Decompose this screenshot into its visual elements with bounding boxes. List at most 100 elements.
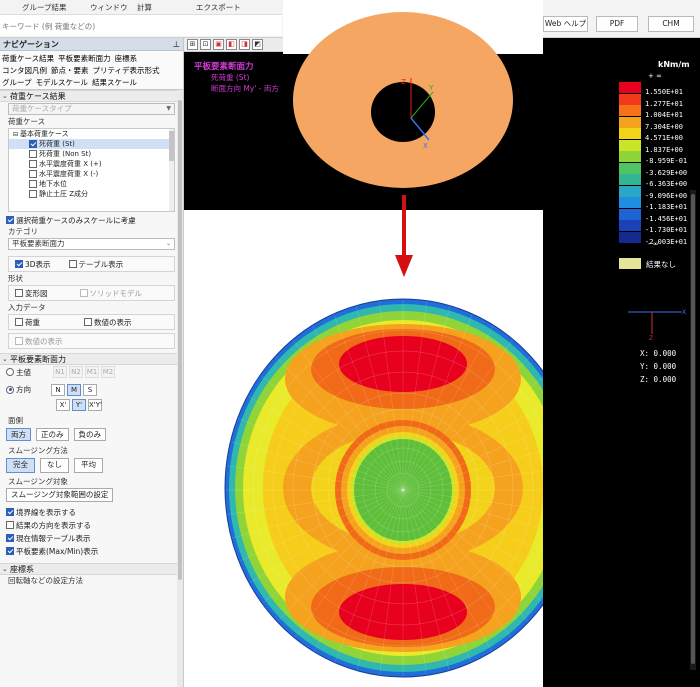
nav-scrollbar[interactable] (177, 90, 183, 687)
show-info-table-option[interactable]: 現在情報テーブル表示 (0, 532, 183, 544)
checkbox[interactable] (29, 180, 37, 188)
xy-prime-button[interactable]: X'Y' (88, 398, 102, 411)
navigation-panel: ナビゲーション ⊥ 荷重ケース結果 平板要素断面力 座標系 コンタ図凡例 節点・… (0, 38, 184, 687)
y-prime-button[interactable]: Y' (72, 398, 86, 411)
checkbox[interactable] (6, 508, 14, 516)
tab-group[interactable]: グループ (2, 77, 32, 88)
checkbox[interactable] (6, 547, 14, 555)
cube-top-icon[interactable]: ◧ (226, 39, 237, 50)
tree-scrollbar[interactable] (169, 129, 174, 211)
positive-only-button[interactable]: 正のみ (36, 427, 69, 441)
checkbox[interactable] (79, 289, 88, 297)
smooth-full-button[interactable]: 完全 (6, 457, 35, 473)
search-input[interactable] (2, 19, 272, 33)
checkbox[interactable] (15, 318, 23, 326)
checkbox[interactable] (15, 337, 23, 345)
smoothing-target-button[interactable]: スムージング対象範囲の設定 (6, 488, 114, 502)
chevron-down-icon: ⌄ (2, 355, 8, 363)
show-result-dir-option[interactable]: 結果の方向を表示する (0, 519, 183, 531)
x-prime-button[interactable]: X' (56, 398, 70, 411)
legend-swatch (619, 151, 641, 162)
m-button[interactable]: M (67, 383, 81, 396)
principal-radio[interactable] (6, 368, 14, 376)
negative-only-button[interactable]: 負のみ (73, 427, 106, 441)
zoom-window-icon[interactable]: ⊡ (200, 39, 211, 50)
nav-header: ナビゲーション ⊥ (0, 38, 183, 51)
fit-view-icon[interactable]: ⊞ (187, 39, 198, 50)
chm-button[interactable]: CHM (648, 16, 694, 32)
tree-item-basic[interactable]: ⊟ 基本荷重ケース (9, 129, 174, 139)
section-load-case-result[interactable]: ⌄ 荷重ケース結果 (0, 90, 183, 102)
direction-radio[interactable] (6, 385, 14, 394)
checkbox[interactable] (29, 160, 37, 168)
checkbox[interactable] (84, 318, 92, 326)
section-plate-force[interactable]: ⌄ 平板要素断面力 (0, 353, 183, 365)
tab-display-format[interactable]: プリティデ表示形式 (93, 65, 160, 76)
legend-value: 1.837E+00 (645, 145, 683, 154)
chevron-down-icon: ⌄ (2, 92, 8, 100)
checkbox[interactable] (15, 260, 23, 268)
cube-iso-icon[interactable]: ◩ (252, 39, 263, 50)
m2-button[interactable]: M2 (101, 366, 115, 378)
show-boundary-option[interactable]: 境界線を表示する (0, 506, 183, 518)
legend-value: -9.096E+00 (645, 191, 688, 200)
m1-button[interactable]: M1 (85, 366, 99, 378)
category-dropdown[interactable]: 平板要素断面力 ⌄ (8, 238, 175, 250)
pdf-button[interactable]: PDF (596, 16, 638, 32)
section-coord-sys[interactable]: ⌄ 座標系 (0, 563, 183, 575)
legend-value: -1.730E+01 (645, 226, 688, 234)
smooth-average-button[interactable]: 平均 (74, 457, 103, 473)
viewport-title: 平板要素断面力 (194, 62, 254, 72)
view-toolbar: ⊞ ⊡ ▣ ◧ ◨ ◩ (184, 38, 284, 52)
tree-item-groundwater[interactable]: 地下水位 (9, 179, 174, 189)
tab-coord-sys[interactable]: 座標系 (115, 53, 138, 64)
checkbox[interactable] (6, 216, 14, 224)
collapse-icon[interactable]: ⊟ (13, 131, 18, 138)
tree-item-seismic-xp[interactable]: 水平震度荷重 X (+) (9, 159, 174, 169)
coord-sys-sub: 回転軸などの設定方法 (8, 576, 83, 585)
chevron-down-icon: ⌄ (2, 565, 8, 573)
smooth-none-button[interactable]: なし (40, 457, 69, 473)
legend-swatch (619, 208, 641, 220)
tab-plate-force[interactable]: 平板要素断面力 (58, 53, 111, 64)
checkbox[interactable] (6, 521, 14, 529)
show-maxmin-option[interactable]: 平板要素(Max/Min)表示 (0, 545, 183, 557)
tab-contour-legend[interactable]: コンタ図凡例 (2, 65, 47, 76)
menu-group-result[interactable]: グループ結果 (22, 2, 67, 13)
tree-item-earth-pressure[interactable]: 静止土圧 Z成分 (9, 189, 174, 199)
s-button[interactable]: S (83, 383, 97, 396)
n-button[interactable]: N (51, 383, 65, 396)
menu-window[interactable]: ウィンドウ (90, 2, 128, 13)
both-surface-button[interactable]: 両方 (6, 427, 31, 441)
category-label: カテゴリ (8, 227, 38, 236)
checkbox[interactable] (29, 190, 37, 198)
result-type-dropdown[interactable]: 荷重ケースタイプ ▼ (8, 103, 175, 115)
tab-load-case-result[interactable]: 荷重ケース結果 (2, 53, 54, 64)
tab-node-element[interactable]: 節点・要素 (51, 65, 89, 76)
checkbox[interactable] (6, 534, 14, 542)
n1-button[interactable]: N1 (53, 366, 67, 378)
n2-button[interactable]: N2 (69, 366, 83, 378)
tab-result-scale[interactable]: 結果スケール (92, 77, 137, 88)
tree-item-dead-st[interactable]: 死荷重 (St) (9, 139, 174, 149)
cube-side-icon[interactable]: ◨ (239, 39, 250, 50)
tree-item-dead-nonst[interactable]: 死荷重 (Non St) (9, 149, 174, 159)
legend-value: 4.571E+00 (645, 134, 683, 142)
cube-front-icon[interactable]: ▣ (213, 39, 224, 50)
pin-icon[interactable]: ⊥ (173, 40, 180, 49)
menu-calc[interactable]: 計算 (137, 2, 152, 13)
same-scale-option[interactable]: 選択荷重ケースのみスケールに考慮 (0, 214, 183, 226)
checkbox[interactable] (29, 140, 37, 148)
tab-model-scale[interactable]: モデルスケール (36, 77, 89, 88)
tree-item-seismic-xm[interactable]: 水平震度荷重 X (-) (9, 169, 174, 179)
top-ring-view[interactable]: Z Y X (283, 0, 543, 210)
menu-export[interactable]: エクスポート (196, 2, 241, 13)
checkbox[interactable] (29, 170, 37, 178)
direction-row: 方向 N M S (0, 382, 183, 397)
checkbox[interactable] (15, 289, 23, 297)
checkbox[interactable] (29, 150, 37, 158)
viewport-scrollbar[interactable] (690, 190, 696, 670)
contour-view[interactable] (184, 284, 582, 687)
checkbox[interactable] (68, 260, 77, 268)
web-help-button[interactable]: Web ヘルプ (543, 16, 588, 32)
